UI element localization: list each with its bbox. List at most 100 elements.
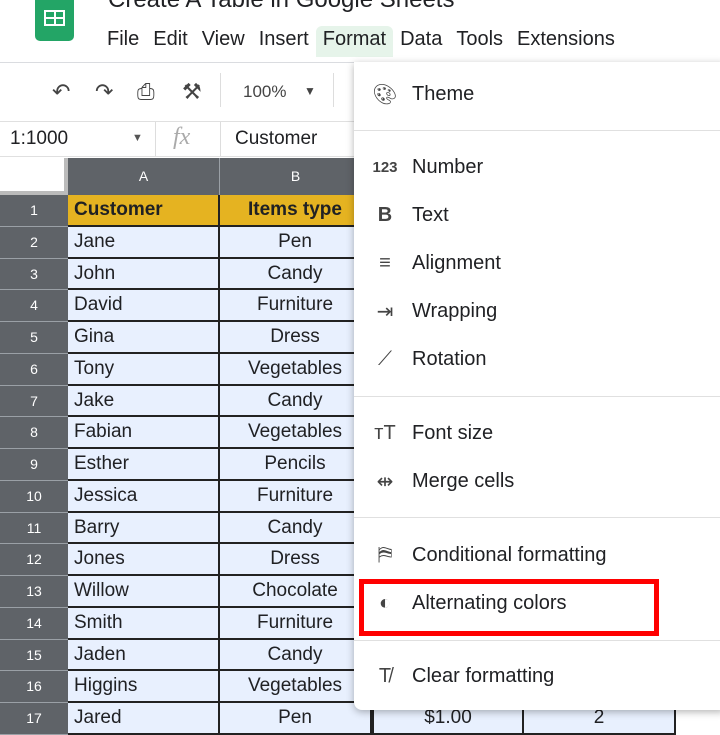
cell-a[interactable]: Esther [68, 449, 220, 481]
cell-a[interactable]: Jared [68, 703, 220, 735]
menu-item-conditional-formatting[interactable]: ⛿ Conditional formatting [354, 535, 720, 575]
sheets-logo[interactable] [35, 0, 74, 41]
row-header[interactable]: 4 [0, 290, 68, 322]
menu-divider [354, 517, 720, 518]
menu-item-font-size[interactable]: тT Font size [354, 413, 720, 453]
cell-b[interactable]: Furniture [220, 290, 372, 322]
doc-title[interactable]: Create A Table in Google Sheets [108, 0, 454, 14]
cell-a[interactable]: Jake [68, 385, 220, 418]
cell-b[interactable]: Furniture [220, 480, 372, 513]
menu-item-merge-cells[interactable]: ⇹ Merge cells [354, 461, 720, 501]
select-all-corner[interactable] [0, 158, 68, 195]
cell-b[interactable]: Candy [220, 512, 372, 545]
font-size-icon: тT [374, 421, 396, 444]
cell-a[interactable]: Jones [68, 544, 220, 576]
menu-item-wrapping[interactable]: ⇥ Wrapping [354, 291, 720, 331]
menu-item-alignment[interactable]: ≡ Alignment [354, 243, 720, 283]
cell-a[interactable]: Willow [68, 576, 220, 608]
row-header[interactable]: 1 [0, 195, 68, 227]
align-icon: ≡ [379, 251, 391, 274]
row-header[interactable]: 17 [0, 703, 68, 735]
menu-item-label: Clear formatting [412, 664, 555, 687]
cell-b[interactable]: Vegetables [220, 353, 372, 386]
row-header[interactable]: 7 [0, 385, 68, 418]
bold-icon: B [377, 203, 393, 226]
menu-insert[interactable]: Insert [252, 26, 316, 57]
formula-input[interactable]: Customer [235, 128, 317, 150]
column-header-a[interactable]: A [68, 158, 220, 195]
menu-data[interactable]: Data [393, 26, 449, 57]
menu-edit[interactable]: Edit [146, 26, 194, 57]
palette-icon: 🎨︎ [372, 83, 398, 106]
cell-a[interactable]: David [68, 290, 220, 322]
row-header[interactable]: 15 [0, 639, 68, 672]
cell-a[interactable]: Barry [68, 512, 220, 545]
menu-format[interactable]: Format [315, 26, 394, 57]
cell-b[interactable]: Items type [220, 195, 372, 227]
menu-view[interactable]: View [195, 26, 252, 57]
paint-format-icon[interactable]: ⚒ [182, 79, 202, 105]
row-header[interactable]: 12 [0, 544, 68, 576]
menu-divider [354, 396, 720, 397]
cell-b[interactable]: Vegetables [220, 417, 372, 449]
row-header[interactable]: 16 [0, 671, 68, 703]
cell-a[interactable]: Jane [68, 226, 220, 259]
row-header[interactable]: 11 [0, 512, 68, 545]
column-header-b[interactable]: B [220, 158, 372, 195]
menu-item-label: Text [412, 203, 449, 226]
redo-icon[interactable]: ↷ [95, 79, 113, 105]
row-header[interactable]: 10 [0, 480, 68, 513]
chevron-down-icon[interactable]: ▼ [132, 132, 143, 144]
cell-a[interactable]: Jaden [68, 639, 220, 672]
row-header[interactable]: 13 [0, 576, 68, 608]
cell-a[interactable]: Jessica [68, 480, 220, 513]
cell-b[interactable]: Candy [220, 258, 372, 291]
menu-item-rotation[interactable]: ⟋ Rotation [354, 339, 720, 379]
cell-b[interactable]: Dress [220, 322, 372, 354]
menu-item-text[interactable]: B Text [354, 195, 720, 235]
menu-item-clear-formatting[interactable]: T̸ Clear formatting [354, 656, 720, 696]
cell-b[interactable]: Furniture [220, 607, 372, 640]
row-header[interactable]: 14 [0, 607, 68, 640]
menu-item-label: Wrapping [412, 299, 498, 322]
undo-icon[interactable]: ↶ [52, 79, 70, 105]
fx-icon: fx [173, 124, 191, 150]
menu-item-label: Conditional formatting [412, 543, 607, 566]
name-box[interactable]: 1:1000 [10, 128, 68, 150]
merge-icon: ⇹ [376, 470, 394, 493]
cell-a[interactable]: Higgins [68, 671, 220, 703]
cell-a[interactable]: Fabian [68, 417, 220, 449]
cell-b[interactable]: Candy [220, 639, 372, 672]
cell-b[interactable]: Pen [220, 226, 372, 259]
menu-divider [354, 130, 720, 131]
wrap-icon: ⇥ [376, 300, 394, 323]
chevron-down-icon[interactable]: ▼ [304, 84, 316, 98]
menu-tools[interactable]: Tools [449, 26, 510, 57]
row-header[interactable]: 3 [0, 258, 68, 291]
zoom-select[interactable]: 100% [243, 82, 286, 102]
cell-a[interactable]: Smith [68, 607, 220, 640]
cell-b[interactable]: Pen [220, 703, 372, 735]
cell-b[interactable]: Candy [220, 385, 372, 418]
menu-extensions[interactable]: Extensions [510, 26, 622, 57]
cell-a[interactable]: Customer [68, 195, 220, 227]
menu-item-label: Font size [412, 421, 494, 444]
row-header[interactable]: 8 [0, 417, 68, 449]
row-header[interactable]: 5 [0, 322, 68, 354]
clear-format-icon: T̸ [378, 664, 392, 687]
row-header[interactable]: 9 [0, 449, 68, 481]
print-icon[interactable]: ⎙ [137, 79, 155, 105]
menu-file[interactable]: File [100, 26, 146, 57]
cell-a[interactable]: Gina [68, 322, 220, 354]
highlight-box [359, 579, 659, 636]
cell-a[interactable]: John [68, 258, 220, 291]
row-header[interactable]: 6 [0, 353, 68, 386]
cell-b[interactable]: Dress [220, 544, 372, 576]
menu-item-theme[interactable]: 🎨︎ Theme [354, 74, 720, 114]
cell-b[interactable]: Chocolate [220, 576, 372, 608]
cell-a[interactable]: Tony [68, 353, 220, 386]
cell-b[interactable]: Vegetables [220, 671, 372, 703]
menu-item-number[interactable]: 123 Number [354, 147, 720, 187]
row-header[interactable]: 2 [0, 226, 68, 259]
cell-b[interactable]: Pencils [220, 449, 372, 481]
